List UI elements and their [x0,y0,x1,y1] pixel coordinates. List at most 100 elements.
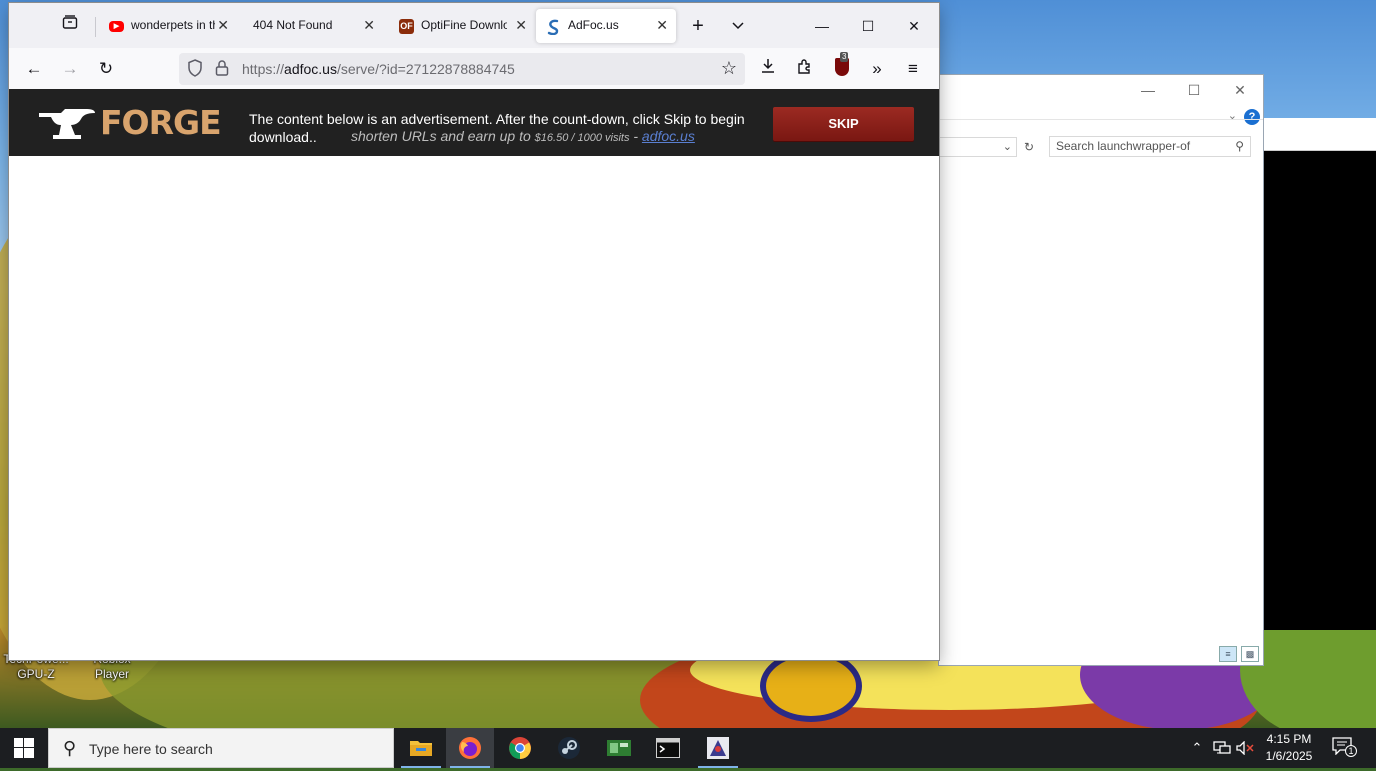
more-tools-button[interactable]: » [863,56,891,82]
chevron-down-icon [732,22,744,30]
ribbon-expand-icon[interactable]: ⌄ [1228,109,1237,122]
extensions-button[interactable] [791,56,819,82]
anvil-icon [39,109,95,139]
firefox-window[interactable]: ▶ wonderpets in th ✕ 404 Not Found ✕ OF … [9,3,939,660]
adfocus-promo: shorten URLs and earn up to $16.50 / 100… [351,128,695,144]
ublock-badge: 3 [840,52,849,62]
list-all-tabs-button[interactable] [723,14,753,38]
promo-separator: - [629,128,642,144]
start-button[interactable] [0,728,48,768]
details-view-icon[interactable]: ≡ [1219,646,1237,662]
taskbar: ⚲ Type here to search ⌃ 4:15 PM 1/6/2025… [0,728,1376,768]
close-button[interactable]: ✕ [892,13,936,39]
maximize-button[interactable]: ☐ [846,13,890,39]
url-bar[interactable]: https://adfoc.us/serve/?id=2712287888474… [179,53,745,85]
taskbar-game-app[interactable] [694,728,742,768]
gpu-z-icon [607,740,631,756]
tracking-protection-shield-icon[interactable] [187,59,203,81]
taskbar-file-explorer[interactable] [397,728,445,768]
close-tab-icon[interactable]: ✕ [217,17,229,34]
action-center-button[interactable]: 1 [1332,737,1357,757]
app-menu-button[interactable]: ≡ [899,56,927,82]
url-prefix: https:// [242,61,285,77]
steam-icon [558,737,580,759]
desktop-icon-label: Player [94,667,129,681]
taskbar-search-placeholder: Type here to search [89,741,213,757]
promo-amount: $16.50 / 1000 visits [534,132,630,144]
firefox-view-button[interactable] [55,14,85,38]
clock-date: 1/6/2025 [1265,749,1313,763]
forge-logo: FORGE [100,103,222,142]
taskbar-terminal[interactable] [644,728,692,768]
skip-button[interactable]: SKIP [773,107,914,141]
refresh-icon[interactable]: ↻ [1021,137,1037,157]
terminal-icon [656,738,680,758]
download-icon [762,59,774,73]
game-icon [707,737,729,759]
explorer-maximize-button[interactable]: ☐ [1179,80,1209,100]
reload-button[interactable]: ↻ [92,56,120,82]
ribbon-divider [939,119,1263,120]
navigation-toolbar: ← → ↻ https://adfoc.us/serve/?id=2712287… [9,48,939,89]
explorer-close-button[interactable]: ✕ [1225,80,1255,100]
explorer-search-placeholder: Search launchwrapper-of [1056,139,1191,153]
volume-muted-icon[interactable] [1234,728,1258,768]
puzzle-piece-icon [798,59,810,74]
taskbar-chrome[interactable] [496,728,544,768]
lock-icon[interactable] [215,59,229,80]
background-dark-window [1264,118,1376,630]
clock-time: 4:15 PM [1266,732,1312,746]
network-icon[interactable] [1210,728,1234,768]
explorer-titlebar: — ☐ ✕ [939,75,1263,105]
tab-title: wonderpets in th [131,18,215,32]
taskbar-gpu-z[interactable] [595,728,643,768]
page-content-area [9,156,939,660]
system-clock[interactable]: 4:15 PM 1/6/2025 [1256,731,1322,765]
explorer-minimize-button[interactable]: — [1133,80,1163,100]
close-tab-icon[interactable]: ✕ [656,17,668,34]
tab-optifine[interactable]: OF OptiFine Downlo ✕ [389,9,535,43]
bookmark-star-icon[interactable]: ☆ [721,58,737,79]
downloads-button[interactable] [754,56,782,82]
firefox-view-icon [62,15,78,29]
chevron-down-icon[interactable]: ⌄ [1003,140,1012,153]
minimize-button[interactable]: — [800,13,844,39]
chrome-icon [509,737,531,759]
tab-title: OptiFine Downlo [421,18,507,32]
taskbar-search-box[interactable]: ⚲ Type here to search [48,728,394,768]
tab-wonderpets[interactable]: ▶ wonderpets in th ✕ [99,9,237,43]
youtube-icon: ▶ [109,21,124,32]
taskbar-steam[interactable] [545,728,593,768]
file-explorer-window[interactable]: — ☐ ✕ ⌄ ? ⌄ ↻ Search launchwrapper-of ⚲ … [938,74,1264,666]
explorer-search-input[interactable]: Search launchwrapper-of ⚲ [1049,136,1251,157]
optifine-icon: OF [399,19,414,34]
show-hidden-icons-button[interactable]: ⌃ [1186,728,1208,768]
close-tab-icon[interactable]: ✕ [515,17,527,34]
url-host: adfoc.us [284,61,337,77]
firefox-icon [459,737,481,759]
notification-count: 1 [1345,745,1357,757]
forward-button[interactable]: → [56,56,84,82]
url-path: /serve/?id=27122878884745 [336,61,515,77]
tab-title: 404 Not Found [253,18,333,32]
url-text[interactable]: https://adfoc.us/serve/?id=2712287888474… [242,61,515,77]
close-tab-icon[interactable]: ✕ [363,17,375,34]
new-tab-button[interactable]: + [683,14,713,38]
desktop-icon-label: GPU-Z [17,667,55,681]
adfocus-link[interactable]: adfoc.us [642,128,695,144]
background-window-titlebar [1264,118,1376,151]
search-icon: ⚲ [63,738,77,758]
tab-title: AdFoc.us [568,18,619,32]
tab-adfocus[interactable]: AdFoc.us ✕ [536,9,676,43]
promo-text: shorten URLs and earn up to [351,128,535,144]
help-icon[interactable]: ? [1244,109,1260,125]
taskbar-firefox[interactable] [446,728,494,768]
tab-bar: ▶ wonderpets in th ✕ 404 Not Found ✕ OF … [9,3,939,48]
address-bar[interactable]: ⌄ [939,137,1017,157]
ublock-origin-icon[interactable]: 3 [835,52,849,76]
search-icon: ⚲ [1235,139,1244,153]
tab-404-not-found[interactable]: 404 Not Found ✕ [237,9,383,43]
adfocus-icon [546,19,561,36]
back-button[interactable]: ← [20,56,48,82]
large-icons-view-icon[interactable]: ▩ [1241,646,1259,662]
